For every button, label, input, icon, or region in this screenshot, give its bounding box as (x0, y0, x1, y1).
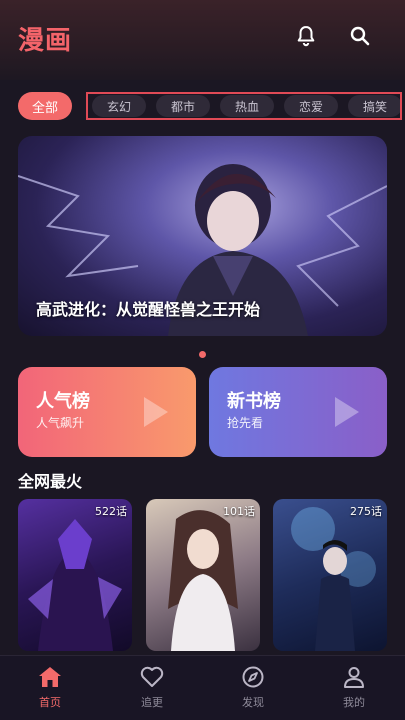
featured-banner[interactable]: 高武进化：从觉醒怪兽之王开始 (18, 136, 387, 336)
section-title: 全网最火 (18, 472, 83, 491)
category-chip[interactable]: 搞笑 (348, 95, 400, 117)
episode-count: 275话 (350, 505, 382, 518)
compass-icon (242, 666, 264, 688)
tab-follow[interactable]: 追更 (122, 666, 182, 714)
bottom-tab-bar: 首页 追更 发现 我的 (0, 655, 405, 720)
comic-cover (291, 507, 376, 651)
bell-icon[interactable] (294, 24, 318, 48)
tab-discover[interactable]: 发现 (223, 666, 283, 714)
category-chip[interactable]: 玄幻 (92, 95, 146, 117)
heart-icon (140, 666, 164, 687)
tab-label: 发现 (242, 696, 264, 709)
tab-label: 追更 (141, 696, 163, 709)
tab-profile[interactable]: 我的 (324, 666, 384, 714)
search-icon[interactable] (348, 24, 372, 48)
tab-home[interactable]: 首页 (20, 666, 80, 714)
ranking-title: 新书榜 (227, 391, 281, 412)
tab-label: 我的 (343, 696, 365, 709)
category-strip: 玄幻 都市 热血 恋爱 搞笑 (86, 92, 402, 120)
episode-count: 101话 (223, 505, 255, 518)
new-ranking-card[interactable]: 新书榜 抢先看 (209, 367, 387, 457)
category-chip[interactable]: 都市 (156, 95, 210, 117)
popular-ranking-card[interactable]: 人气榜 人气飙升 (18, 367, 196, 457)
home-icon (39, 667, 61, 687)
category-chip[interactable]: 恋爱 (284, 95, 338, 117)
comic-card[interactable]: 101话 (146, 499, 260, 651)
app-title: 漫画 (18, 26, 73, 56)
category-all-chip[interactable]: 全部 (18, 92, 72, 120)
comic-cover (168, 510, 238, 651)
play-icon (144, 397, 168, 427)
comic-cover (28, 519, 122, 651)
banner-title: 高武进化：从觉醒怪兽之王开始 (36, 300, 261, 319)
ranking-subtitle: 人气飙升 (36, 416, 85, 430)
ranking-subtitle: 抢先看 (227, 416, 264, 430)
category-chip[interactable]: 热血 (220, 95, 274, 117)
ranking-title: 人气榜 (36, 391, 90, 412)
tab-label: 首页 (39, 696, 61, 709)
episode-count: 522话 (95, 505, 127, 518)
comic-card[interactable]: 522话 (18, 499, 132, 651)
user-icon (344, 667, 364, 688)
carousel-indicator (199, 351, 206, 358)
top-bar: 漫画 (0, 0, 405, 80)
comic-card[interactable]: 275话 (273, 499, 387, 651)
play-icon (335, 397, 359, 427)
